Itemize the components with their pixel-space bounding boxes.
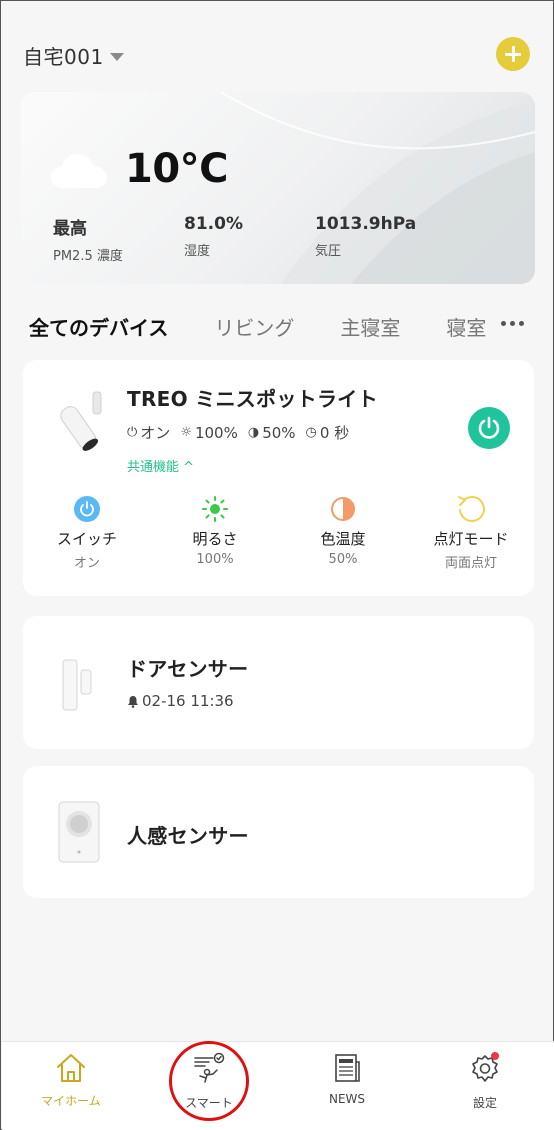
- switch-icon: [74, 496, 100, 522]
- feature-value: 100%: [196, 552, 234, 567]
- humidity-value: 81.0%: [184, 214, 243, 234]
- power-status: ⏻ オン: [127, 422, 170, 443]
- feature-value: 両面点灯: [444, 556, 497, 571]
- news-icon: [335, 1054, 360, 1082]
- nav-news[interactable]: NEWS: [292, 1052, 402, 1106]
- more-rooms-icon[interactable]: [501, 321, 524, 326]
- pm25-value: 最高: [53, 219, 87, 239]
- pressure-label: 気圧: [315, 244, 342, 259]
- color-temp-status-text: 50%: [262, 423, 296, 442]
- bottom-navigation: マイホーム スマート NEWS 設定: [2, 1041, 554, 1130]
- common-functions-toggle[interactable]: 共通機能 ^: [127, 456, 194, 475]
- sun-icon: ☼: [180, 425, 192, 440]
- chevron-down-icon: [109, 52, 124, 61]
- feature-brightness[interactable]: 明るさ 100%: [151, 494, 279, 567]
- feature-label: 点灯モード: [433, 530, 509, 548]
- timer-status-text: 0 秒: [319, 424, 350, 442]
- last-event-time: 02-16 11:36: [142, 692, 234, 710]
- home-icon: [57, 1054, 85, 1082]
- bell-icon: [128, 695, 138, 708]
- pm25-label: PM2.5 濃度: [53, 249, 123, 264]
- clock-icon: ◷: [305, 425, 317, 440]
- cloud-icon: [51, 154, 107, 188]
- feature-label: 色温度: [320, 530, 366, 548]
- motion-sensor-device-image: [58, 801, 100, 863]
- nav-label: NEWS: [328, 1092, 366, 1106]
- device-card-door-sensor[interactable]: ドアセンサー 02-16 11:36: [23, 616, 534, 749]
- color-temp-status: ◑ 50%: [248, 424, 296, 442]
- last-event: 02-16 11:36: [127, 692, 234, 710]
- feature-value: 50%: [328, 552, 358, 567]
- pressure-value: 1013.9hPa: [315, 214, 417, 234]
- feature-label: スイッチ: [56, 530, 117, 548]
- add-device-button[interactable]: [496, 37, 530, 71]
- smart-scene-icon: [194, 1052, 225, 1083]
- sun-icon: [202, 496, 228, 522]
- brightness-status-text: 100%: [194, 423, 238, 442]
- humidity-label: 湿度: [184, 244, 211, 259]
- tab-bedroom[interactable]: 寝室: [446, 312, 486, 341]
- tab-living[interactable]: リビング: [214, 312, 294, 341]
- feature-lighting-mode[interactable]: 点灯モード 両面点灯: [407, 494, 535, 571]
- nav-my-home[interactable]: マイホーム: [16, 1052, 126, 1109]
- nav-label: マイホーム: [41, 1094, 101, 1108]
- home-selector[interactable]: 自宅001: [23, 41, 124, 70]
- humidity-stat: 81.0% 湿度: [184, 214, 243, 259]
- notification-dot: [491, 1052, 499, 1060]
- pm25-stat: 最高 PM2.5 濃度: [53, 214, 123, 264]
- home-name: 自宅001: [23, 45, 104, 69]
- device-card-spotlight[interactable]: TREO ミニスポットライト ⏻ オン ☼ 100% ◑ 50% ◷ 0 秒 共…: [23, 360, 534, 596]
- power-icon: ⏻: [127, 425, 138, 440]
- feature-color-temperature[interactable]: 色温度 50%: [279, 494, 407, 567]
- device-card-motion-sensor[interactable]: 人感センサー: [23, 766, 534, 898]
- room-tabs: 全てのデバイス リビング 主寝室 寝室: [29, 309, 499, 343]
- device-name: 人感センサー: [127, 824, 249, 848]
- power-status-text: オン: [140, 424, 171, 442]
- device-status-row: ⏻ オン ☼ 100% ◑ 50% ◷ 0 秒: [127, 422, 359, 443]
- device-name: TREO ミニスポットライト: [127, 387, 378, 411]
- refresh-icon: [458, 495, 485, 522]
- spotlight-device-image: [60, 391, 102, 451]
- power-toggle-button[interactable]: [468, 407, 510, 449]
- nav-settings[interactable]: 設定: [430, 1052, 540, 1111]
- feature-value: オン: [73, 556, 100, 571]
- nav-label: 設定: [472, 1096, 497, 1110]
- feature-label: 明るさ: [192, 530, 238, 548]
- temperature-value: 10°C: [125, 146, 229, 192]
- tab-all-devices[interactable]: 全てのデバイス: [29, 312, 168, 341]
- nav-label: スマート: [185, 1096, 233, 1110]
- feature-switch[interactable]: スイッチ オン: [23, 494, 151, 571]
- nav-smart[interactable]: スマート: [154, 1052, 264, 1111]
- brightness-status: ☼ 100%: [180, 424, 238, 442]
- tab-master-bedroom[interactable]: 主寝室: [340, 312, 400, 341]
- pressure-stat: 1013.9hPa 気圧: [315, 214, 416, 259]
- half-circle-icon: ◑: [247, 425, 260, 440]
- power-icon: [478, 416, 500, 439]
- settings-icon: [472, 1052, 499, 1082]
- device-name: ドアセンサー: [127, 657, 249, 681]
- weather-card[interactable]: 10°C 最高 PM2.5 濃度 81.0% 湿度 1013.9hPa 気圧: [21, 92, 535, 284]
- timer-status: ◷ 0 秒: [306, 422, 350, 443]
- color-temperature-icon: [331, 497, 355, 521]
- door-sensor-device-image: [62, 659, 92, 711]
